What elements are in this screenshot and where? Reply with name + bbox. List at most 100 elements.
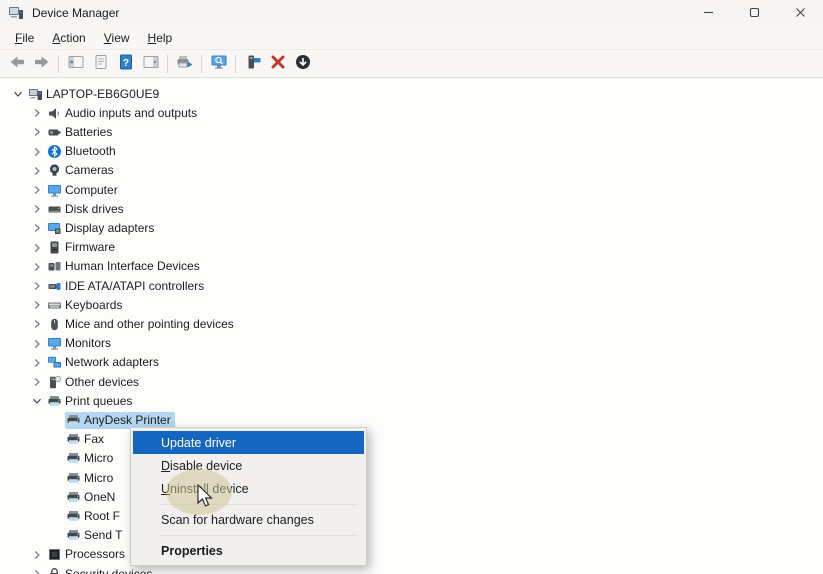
- context-menu-item-properties[interactable]: Properties: [133, 539, 364, 562]
- chevron-right-icon[interactable]: [27, 123, 46, 142]
- tree-row-root-f[interactable]: Root F: [0, 506, 823, 526]
- menu-help[interactable]: Help: [139, 28, 182, 48]
- tree-node[interactable]: IDE ATA/ATAPI controllers: [46, 278, 208, 295]
- context-menu-item-disable-device[interactable]: Disable device: [133, 454, 364, 477]
- chevron-down-icon[interactable]: [27, 392, 46, 411]
- tree-node[interactable]: Keyboards: [46, 297, 126, 314]
- tree-node[interactable]: Other devices: [46, 374, 143, 391]
- tree-node[interactable]: Root F: [65, 508, 124, 525]
- tree-node[interactable]: Batteries: [46, 124, 116, 141]
- tree-node[interactable]: Monitors: [46, 335, 115, 352]
- tree-row-human-interface-devices[interactable]: Human Interface Devices: [0, 257, 823, 277]
- close-button[interactable]: [777, 0, 823, 26]
- tree-row-anydesk-printer[interactable]: AnyDesk Printer: [0, 410, 823, 430]
- tree-row-network-adapters[interactable]: Network adapters: [0, 353, 823, 373]
- tree-node[interactable]: Disk drives: [46, 201, 128, 218]
- tree-node[interactable]: Micro: [65, 470, 117, 487]
- tree-node[interactable]: Network adapters: [46, 354, 163, 371]
- menu-view[interactable]: View: [95, 28, 139, 48]
- tree-node[interactable]: Mice and other pointing devices: [46, 316, 238, 333]
- chevron-right-icon[interactable]: [27, 181, 46, 200]
- chevron-right-icon[interactable]: [27, 257, 46, 276]
- chevron-right-icon[interactable]: [27, 277, 46, 296]
- properties-button[interactable]: [88, 52, 113, 76]
- scan-hardware-button[interactable]: [206, 52, 231, 76]
- tree-node[interactable]: Security devices: [46, 566, 156, 574]
- tree-row-monitors[interactable]: Monitors: [0, 334, 823, 354]
- chevron-down-icon[interactable]: [8, 85, 27, 104]
- chevron-right-icon[interactable]: [27, 219, 46, 238]
- tree-row-computer[interactable]: Computer: [0, 180, 823, 200]
- chevron-right-icon[interactable]: [27, 142, 46, 161]
- tree-row-fax[interactable]: Fax: [0, 430, 823, 450]
- tree-row-processors[interactable]: Processors: [0, 545, 823, 565]
- context-menu-item-scan-for-hardware-changes[interactable]: Scan for hardware changes: [133, 508, 364, 531]
- tree-row-batteries[interactable]: Batteries: [0, 122, 823, 142]
- tree-row-display-adapters[interactable]: Display adapters: [0, 218, 823, 238]
- chevron-right-icon[interactable]: [27, 353, 46, 372]
- uninstall-device-button[interactable]: [265, 52, 290, 76]
- context-menu-item-update-driver[interactable]: Update driver: [133, 431, 364, 454]
- tree-row-micro[interactable]: Micro: [0, 468, 823, 488]
- update-driver-button[interactable]: [240, 52, 265, 76]
- chevron-right-icon[interactable]: [27, 104, 46, 123]
- tree-row-onen[interactable]: OneN: [0, 487, 823, 507]
- tree-row-security-devices[interactable]: Security devices: [0, 564, 823, 574]
- forward-button[interactable]: [29, 52, 54, 76]
- chevron-right-icon[interactable]: [27, 545, 46, 564]
- chevron-right-icon[interactable]: [27, 200, 46, 219]
- tree-row-mice-and-other-pointing-devices[interactable]: Mice and other pointing devices: [0, 314, 823, 334]
- toolbar-separator: [58, 54, 59, 73]
- tree-node[interactable]: Display adapters: [46, 220, 158, 237]
- tree-row-cameras[interactable]: Cameras: [0, 161, 823, 181]
- chevron-right-icon[interactable]: [27, 238, 46, 257]
- tree-node[interactable]: Firmware: [46, 239, 119, 256]
- context-menu-item-uninstall-device[interactable]: Uninstall device: [133, 477, 364, 500]
- tree-row-firmware[interactable]: Firmware: [0, 238, 823, 258]
- help-button[interactable]: ?: [113, 52, 138, 76]
- tree-row-audio-inputs-and-outputs[interactable]: Audio inputs and outputs: [0, 103, 823, 123]
- chevron-right-icon[interactable]: [27, 315, 46, 334]
- tree-row-keyboards[interactable]: Keyboards: [0, 295, 823, 315]
- tree-row-other-devices[interactable]: Other devices: [0, 372, 823, 392]
- tree-node[interactable]: Audio inputs and outputs: [46, 105, 201, 122]
- tree-node[interactable]: Print queues: [46, 393, 136, 410]
- chevron-right-icon[interactable]: [27, 565, 46, 574]
- tree-node[interactable]: Cameras: [46, 162, 118, 179]
- minimize-button[interactable]: [685, 0, 731, 26]
- tree-node[interactable]: OneN: [65, 489, 119, 506]
- tree-node[interactable]: Fax: [65, 431, 108, 448]
- tree-node[interactable]: Bluetooth: [46, 143, 120, 160]
- tree-row-disk-drives[interactable]: Disk drives: [0, 199, 823, 219]
- tree-row-ide-ata-atapi-controllers[interactable]: IDE ATA/ATAPI controllers: [0, 276, 823, 296]
- disable-device-button[interactable]: [290, 52, 315, 76]
- tree-node-label: Network adapters: [65, 355, 160, 370]
- tree-node[interactable]: Send T: [65, 527, 126, 544]
- minimize-icon: [703, 6, 714, 21]
- tree-row-bluetooth[interactable]: Bluetooth: [0, 142, 823, 162]
- tree-node[interactable]: Computer: [46, 182, 122, 199]
- tree-row-micro[interactable]: Micro: [0, 449, 823, 469]
- maximize-button[interactable]: [731, 0, 777, 26]
- chevron-right-icon[interactable]: [27, 161, 46, 180]
- tree-row-send-t[interactable]: Send T: [0, 526, 823, 546]
- tree-row-laptop-eb6g0ue9[interactable]: LAPTOP-EB6G0UE9: [0, 84, 823, 104]
- tree-node[interactable]: Human Interface Devices: [46, 258, 204, 275]
- toolbar: ?: [0, 50, 823, 78]
- device-tree: LAPTOP-EB6G0UE9 Audio inputs and outputs B…: [0, 79, 823, 574]
- tree-node[interactable]: Processors: [46, 546, 129, 563]
- tree-node-label: Keyboards: [65, 297, 123, 312]
- menu-file[interactable]: File: [6, 28, 43, 48]
- action-pane-button[interactable]: [138, 52, 163, 76]
- back-button[interactable]: [4, 52, 29, 76]
- tree-row-print-queues[interactable]: Print queues: [0, 391, 823, 411]
- chevron-right-icon[interactable]: [27, 334, 46, 353]
- update-driver-software-button[interactable]: [172, 52, 197, 76]
- chevron-right-icon[interactable]: [27, 296, 46, 315]
- tree-node[interactable]: LAPTOP-EB6G0UE9: [27, 86, 163, 103]
- chevron-right-icon[interactable]: [27, 373, 46, 392]
- tree-node[interactable]: Micro: [65, 450, 117, 467]
- show-console-tree-button[interactable]: [63, 52, 88, 76]
- menu-action[interactable]: Action: [43, 28, 94, 48]
